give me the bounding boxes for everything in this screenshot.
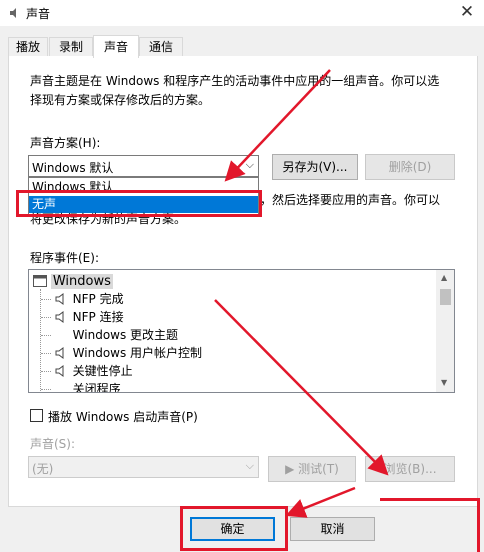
tab-playback[interactable]: 播放 <box>8 37 48 57</box>
tree-branch <box>41 299 51 300</box>
speaker-icon <box>55 347 64 359</box>
tree-branch <box>41 389 51 390</box>
event-label: Windows 更改主题 <box>72 328 179 342</box>
startup-sound-checkbox[interactable] <box>30 409 43 422</box>
sound-scheme-description: 声音主题是在 Windows 和程序产生的活动事件中应用的一组声音。你可以选择现… <box>30 74 440 107</box>
scheme-hint-text: ，然后选择要应用的声音。你可以 <box>260 193 441 207</box>
tree-branch <box>41 317 51 318</box>
window-title: 声音 <box>26 7 51 21</box>
sound-scheme-label: 声音方案(H): <box>30 136 101 150</box>
tab-sounds[interactable]: 声音 <box>93 35 139 58</box>
list-item[interactable]: NFP 完成 <box>41 290 124 308</box>
startup-sound-label: 播放 Windows 启动声音(P) <box>48 410 198 424</box>
speaker-app-icon <box>10 8 16 18</box>
event-label: 关键性停止 <box>72 364 133 378</box>
sound-scheme-value: Windows 默认 <box>32 161 114 175</box>
speaker-icon <box>55 293 64 305</box>
browse-button[interactable]: 浏览(B)... <box>365 456 455 482</box>
event-label: 关闭程序 <box>72 382 121 393</box>
speaker-icon <box>55 311 64 323</box>
event-label: NFP 连接 <box>72 310 124 324</box>
scroll-down-icon[interactable]: ▼ <box>441 378 447 387</box>
cancel-button[interactable]: 取消 <box>290 517 375 541</box>
event-label: NFP 完成 <box>72 292 124 306</box>
event-group-label: Windows <box>50 274 113 289</box>
scrollbar-thumb[interactable] <box>440 289 451 305</box>
scroll-up-icon[interactable]: ▲ <box>441 273 447 282</box>
program-events-label: 程序事件(E): <box>30 251 99 265</box>
chevron-down-icon: ⌵ <box>245 459 254 472</box>
sounds-select-value: (无) <box>32 462 54 476</box>
delete-button[interactable]: 删除(D) <box>365 154 455 180</box>
sound-scheme-select[interactable]: Windows 默认 ⌵ <box>28 155 259 177</box>
title-bar <box>0 0 484 26</box>
tree-branch <box>41 371 51 372</box>
test-button[interactable]: ▶ 测试(T) <box>268 456 356 482</box>
list-item[interactable]: Windows 更改主题 <box>41 326 178 344</box>
list-item[interactable]: Windows <box>33 272 113 290</box>
list-item[interactable]: 关闭程序 <box>41 380 121 393</box>
dropdown-option-windows-default[interactable]: Windows 默认 <box>29 179 258 196</box>
windows-folder-icon <box>33 275 47 287</box>
tree-branch <box>41 335 51 336</box>
event-label: Windows 用户帐户控制 <box>72 346 203 360</box>
program-events-list[interactable]: Windows NFP 完成 NFP 连接 Windows 更改主题 Windo… <box>28 269 455 393</box>
tree-branch <box>41 353 51 354</box>
sounds-select[interactable]: (无) ⌵ <box>28 456 259 478</box>
tab-recording[interactable]: 录制 <box>49 37 93 57</box>
save-as-button[interactable]: 另存为(V)... <box>272 154 358 180</box>
close-icon[interactable]: ✕ <box>458 2 476 22</box>
speaker-icon <box>55 365 64 377</box>
scheme-hint-text-line2: 将更改保存为新的声音方案。 <box>30 212 187 226</box>
sounds-label: 声音(S): <box>30 437 76 451</box>
tab-communications[interactable]: 通信 <box>139 37 183 57</box>
chevron-down-icon: ⌵ <box>245 158 254 171</box>
list-item[interactable]: NFP 连接 <box>41 308 124 326</box>
list-item[interactable]: 关键性停止 <box>41 362 133 380</box>
ok-button[interactable]: 确定 <box>190 517 275 541</box>
list-item[interactable]: Windows 用户帐户控制 <box>41 344 202 362</box>
